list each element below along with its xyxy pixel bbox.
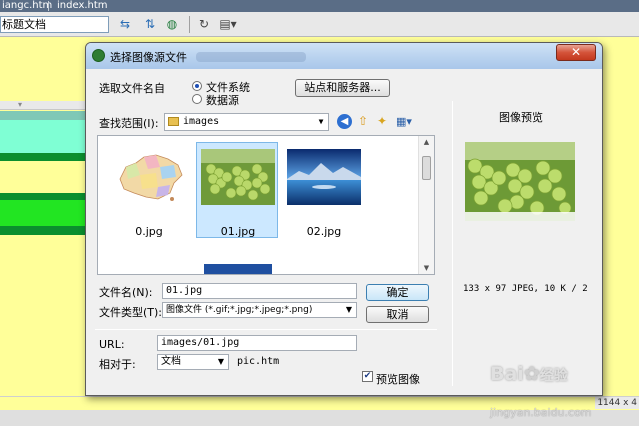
- preview-divider: [452, 101, 453, 386]
- preview-checkbox-label[interactable]: 预览图像: [376, 371, 420, 387]
- watermark-text: Bai: [490, 363, 524, 385]
- chevron-down-icon: ▼: [318, 117, 324, 126]
- grapes-thumbnail: [201, 149, 275, 205]
- dreamweaver-icon: [92, 49, 105, 62]
- filetype-label: 文件类型(T):: [99, 306, 163, 319]
- transfer-icon[interactable]: ⇅: [141, 16, 159, 33]
- up-folder-icon[interactable]: ⇧: [356, 113, 370, 130]
- look-in-combo[interactable]: images ▼: [164, 113, 329, 131]
- relative-to-value: 文档: [161, 356, 181, 367]
- ruler: ▾: [0, 100, 86, 110]
- preview-info: 133 x 97 JPEG, 10 K / 2: [463, 284, 588, 294]
- relative-to-label: 相对于:: [99, 358, 136, 371]
- baidu-watermark: Bai✿经验: [490, 363, 568, 385]
- blurred-title-region: [196, 52, 306, 62]
- validate-icon[interactable]: ⇆: [115, 16, 135, 33]
- chevron-down-icon: ▼: [345, 305, 353, 314]
- editor-toolbar: 标题文档 ⇆ ⇅ ◍ ↻ ▤▾: [0, 12, 639, 37]
- title-input[interactable]: 标题文档: [0, 16, 109, 33]
- scroll-down-icon[interactable]: ▼: [422, 264, 431, 272]
- divider: [95, 329, 437, 330]
- cell-stripe: [0, 193, 86, 200]
- watermark-text-cn: 经验: [539, 368, 568, 384]
- file-name: 02.jpg: [306, 225, 342, 238]
- cell-stripe: [0, 161, 86, 193]
- file-list[interactable]: 0.jpg 01.jpg 02.jpg ▲ ▼: [97, 135, 435, 275]
- china-map-thumbnail: [112, 149, 186, 205]
- look-in-label: 查找范围(I):: [99, 117, 159, 130]
- filetype-value: 图像文件 (*.gif;*.jpg;*.jpeg;*.png): [166, 305, 313, 315]
- globe-icon[interactable]: ◍: [163, 16, 181, 33]
- window-size-status[interactable]: 1144 x 4: [595, 397, 639, 409]
- filetype-combo[interactable]: 图像文件 (*.gif;*.jpg;*.jpeg;*.png) ▼: [162, 302, 357, 318]
- file-item-0[interactable]: 0.jpg: [108, 143, 190, 239]
- cell-stripe: [0, 111, 86, 120]
- partial-thumbnail: [204, 264, 272, 274]
- paw-icon: ✿: [523, 363, 540, 385]
- file-list-scrollbar[interactable]: ▲ ▼: [418, 136, 434, 274]
- back-icon[interactable]: ◀: [337, 114, 352, 129]
- file-item-01[interactable]: 01.jpg: [196, 142, 278, 238]
- select-from-label: 选取文件名自: [99, 82, 165, 95]
- view-options-icon[interactable]: ▤▾: [218, 16, 238, 33]
- cancel-button[interactable]: 取消: [366, 306, 429, 323]
- cell-stripe: [0, 153, 86, 161]
- toolbar-separator: [189, 16, 190, 33]
- dialog-title: 选择图像源文件: [110, 51, 187, 64]
- file-name: 01.jpg: [220, 225, 256, 238]
- sites-servers-button[interactable]: 站点和服务器...: [295, 79, 390, 97]
- close-button[interactable]: ✕: [556, 44, 596, 61]
- refresh-icon[interactable]: ↻: [196, 16, 212, 33]
- ruler-marker-icon: ▾: [18, 100, 23, 109]
- file-item-02[interactable]: 02.jpg: [283, 143, 365, 239]
- landscape-thumbnail: [287, 149, 361, 205]
- relative-to-combo[interactable]: 文档 ▼: [157, 354, 229, 370]
- cell-stripe: [0, 200, 86, 226]
- folder-icon: [168, 116, 179, 126]
- radio-datasource[interactable]: [192, 94, 202, 104]
- cell-stripe: [0, 120, 86, 153]
- preview-checkbox[interactable]: ✔: [362, 371, 373, 382]
- select-image-source-dialog: 选择图像源文件 ✕ 选取文件名自 文件系统 数据源 站点和服务器... 查找范围…: [85, 42, 603, 396]
- chevron-down-icon: ▼: [217, 357, 225, 366]
- tab-index[interactable]: index.htm: [52, 0, 113, 12]
- ok-button[interactable]: 确定: [366, 284, 429, 301]
- relative-file: pic.htm: [237, 356, 280, 367]
- preview-image: [465, 142, 575, 221]
- new-folder-icon[interactable]: ✦: [374, 113, 390, 130]
- document-tabs: iangc.htm index.htm: [0, 0, 639, 12]
- radio-filesystem[interactable]: [192, 81, 202, 91]
- view-menu-icon[interactable]: ▦▾: [393, 113, 415, 130]
- url-input[interactable]: images/01.jpg: [157, 335, 357, 351]
- tab-separator: [48, 1, 49, 11]
- scroll-up-icon[interactable]: ▲: [422, 138, 431, 146]
- file-name: 0.jpg: [135, 225, 163, 238]
- filename-label: 文件名(N):: [99, 286, 153, 299]
- look-in-value: images: [183, 116, 220, 127]
- radio-datasource-label[interactable]: 数据源: [206, 92, 239, 108]
- url-label: URL:: [99, 338, 125, 351]
- dialog-titlebar[interactable]: 选择图像源文件 ✕: [86, 43, 602, 69]
- cell-stripe: [0, 226, 86, 235]
- watermark-url: jingyan.baidu.com: [490, 406, 592, 419]
- filename-input[interactable]: 01.jpg: [162, 283, 357, 299]
- preview-title: 图像预览: [499, 111, 543, 124]
- scroll-thumb[interactable]: [422, 156, 431, 180]
